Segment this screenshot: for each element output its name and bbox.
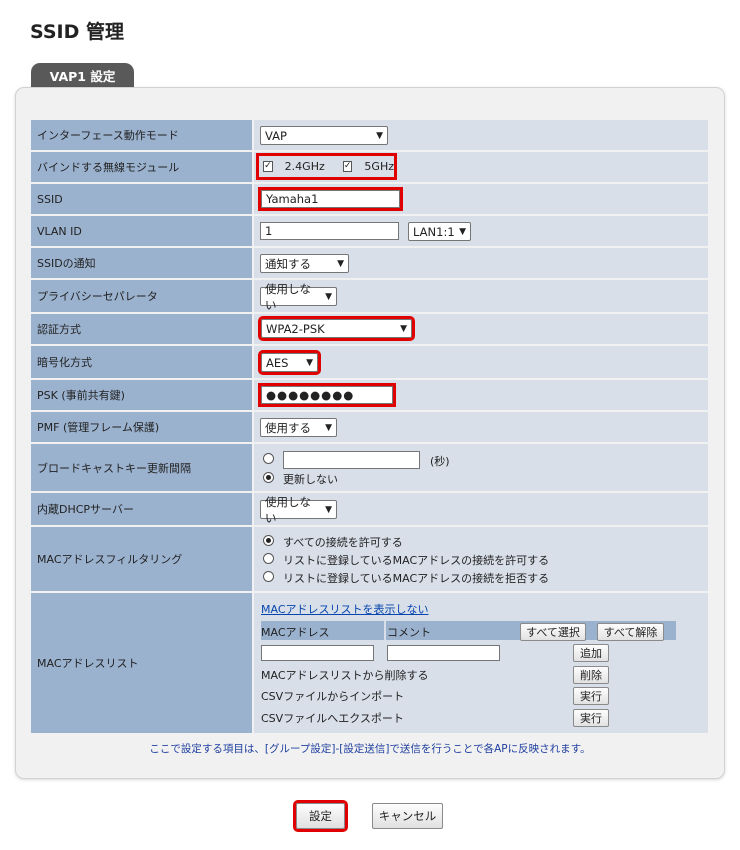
- group-settings-note: ここで設定する項目は、[グループ設定]-[設定送信]で送信を行うことで各APに反…: [149, 743, 591, 755]
- interface-mode-select[interactable]: VAP ▼: [260, 126, 388, 145]
- remove-button[interactable]: 削除: [573, 666, 609, 684]
- column-divider: [384, 621, 386, 640]
- label-mac-address-list: MACアドレスリスト: [31, 593, 254, 733]
- tab-vap1-settings[interactable]: VAP1 設定: [31, 63, 134, 88]
- page-title: SSID 管理: [30, 21, 124, 43]
- chevron-down-icon: ▼: [306, 357, 313, 368]
- label-interface-mode: インターフェース動作モード: [31, 120, 254, 150]
- csv-export-button[interactable]: 実行: [573, 709, 609, 727]
- ssid-input[interactable]: Yamaha1: [258, 187, 403, 211]
- column-comment: コメント: [387, 626, 431, 639]
- privacy-separator-value: 使用しない: [265, 281, 311, 312]
- label-mac-filtering: MACアドレスフィルタリング: [31, 527, 254, 591]
- chevron-down-icon: ▼: [459, 226, 466, 237]
- pmf-value: 使用する: [265, 420, 311, 435]
- radio-selected-dot: [266, 538, 271, 543]
- chevron-down-icon: ▼: [325, 504, 332, 515]
- select-all-button[interactable]: すべて選択: [520, 623, 586, 641]
- label-bind-module: バインドする無線モジュール: [31, 152, 254, 182]
- label-vlan-id: VLAN ID: [31, 216, 254, 246]
- row-privacy-separator: プライバシーセパレータ 使用しない ▼: [31, 280, 708, 312]
- row-encryption: 暗号化方式 AES ▼: [31, 346, 708, 378]
- option-allow-all: すべての接続を許可する: [283, 536, 403, 549]
- pmf-select[interactable]: 使用する ▼: [260, 418, 337, 437]
- label-24ghz: 2.4GHz: [284, 160, 325, 173]
- label-5ghz: 5GHz: [364, 160, 394, 173]
- label-ssid-notify: SSIDの通知: [31, 248, 254, 278]
- interface-mode-value: VAP: [265, 128, 287, 143]
- chevron-down-icon: ▼: [376, 130, 383, 141]
- row-broadcast-key-interval: ブロードキャストキー更新間隔 (秒) 更新しない: [31, 444, 708, 491]
- row-psk: PSK (事前共有鍵) ●●●●●●●●: [31, 380, 708, 410]
- remove-from-list-label: MACアドレスリストから削除する: [261, 669, 429, 682]
- radio-deny-listed[interactable]: [263, 571, 274, 582]
- row-vlan-id: VLAN ID 1 LAN1:1 ▼: [31, 216, 708, 246]
- row-interface-mode: インターフェース動作モード VAP ▼: [31, 120, 708, 150]
- chevron-down-icon: ▼: [400, 323, 407, 334]
- comment-input[interactable]: [387, 645, 500, 661]
- auth-method-select[interactable]: WPA2-PSK ▼: [258, 316, 415, 341]
- chevron-down-icon: ▼: [337, 258, 344, 269]
- encryption-value: AES: [266, 355, 289, 370]
- checkbox-24ghz[interactable]: ✓: [263, 161, 273, 172]
- row-dhcp-server: 内蔵DHCPサーバー 使用しない ▼: [31, 493, 708, 525]
- row-mac-address-list: MACアドレスリスト MACアドレスリストを表示しない MACアドレス コメント…: [31, 593, 708, 733]
- radio-allow-all[interactable]: [263, 535, 274, 546]
- option-deny-listed: リストに登録しているMACアドレスの接続を拒否する: [283, 572, 550, 585]
- apply-button[interactable]: 設定: [293, 800, 348, 832]
- label-broadcast-key-interval: ブロードキャストキー更新間隔: [31, 444, 254, 491]
- row-mac-filtering: MACアドレスフィルタリング すべての接続を許可する リストに登録しているMAC…: [31, 527, 708, 591]
- label-dhcp-server: 内蔵DHCPサーバー: [31, 493, 254, 525]
- column-mac-address: MACアドレス: [261, 626, 330, 639]
- privacy-separator-select[interactable]: 使用しない ▼: [260, 282, 337, 312]
- radio-selected-dot: [266, 475, 271, 480]
- row-ssid-notify: SSIDの通知 通知する ▼: [31, 248, 708, 278]
- vlan-port-select[interactable]: LAN1:1 ▼: [408, 222, 471, 241]
- chevron-down-icon: ▼: [325, 291, 332, 302]
- radio-allow-listed[interactable]: [263, 553, 274, 564]
- csv-import-label: CSVファイルからインポート: [261, 690, 405, 703]
- label-privacy-separator: プライバシーセパレータ: [31, 280, 254, 312]
- mac-address-input[interactable]: [261, 645, 374, 661]
- broadcast-interval-input[interactable]: [283, 451, 420, 469]
- label-psk: PSK (事前共有鍵): [31, 380, 254, 410]
- add-button[interactable]: 追加: [573, 644, 609, 662]
- bind-module-group: ✓ 2.4GHz ✓ 5GHz: [256, 153, 397, 180]
- encryption-select[interactable]: AES ▼: [258, 350, 321, 375]
- auth-method-value: WPA2-PSK: [266, 321, 325, 336]
- vlan-port-value: LAN1:1: [413, 224, 455, 239]
- seconds-unit-label: (秒): [430, 455, 450, 468]
- radio-no-update[interactable]: [263, 472, 274, 483]
- checkbox-5ghz[interactable]: ✓: [342, 161, 353, 172]
- cancel-button[interactable]: キャンセル: [372, 803, 443, 829]
- csv-import-button[interactable]: 実行: [573, 687, 609, 705]
- label-encryption: 暗号化方式: [31, 346, 254, 378]
- psk-input[interactable]: ●●●●●●●●: [258, 383, 396, 407]
- csv-export-label: CSVファイルへエクスポート: [261, 712, 404, 725]
- deselect-all-button[interactable]: すべて解除: [597, 623, 664, 641]
- hide-mac-list-link[interactable]: MACアドレスリストを表示しない: [261, 601, 429, 617]
- option-allow-listed: リストに登録しているMACアドレスの接続を許可する: [283, 554, 550, 567]
- row-ssid: SSID Yamaha1: [31, 184, 708, 214]
- chevron-down-icon: ▼: [325, 422, 332, 433]
- vlan-id-input[interactable]: 1: [260, 222, 399, 240]
- row-auth-method: 認証方式 WPA2-PSK ▼: [31, 314, 708, 344]
- dhcp-server-select[interactable]: 使用しない ▼: [260, 495, 337, 525]
- radio-interval-seconds[interactable]: [263, 453, 274, 464]
- no-update-label: 更新しない: [283, 473, 338, 486]
- ssid-notify-value: 通知する: [265, 256, 311, 271]
- label-ssid: SSID: [31, 184, 254, 214]
- row-bind-module: バインドする無線モジュール ✓ 2.4GHz ✓ 5GHz: [31, 152, 708, 182]
- ssid-notify-select[interactable]: 通知する ▼: [260, 254, 349, 273]
- label-pmf: PMF (管理フレーム保護): [31, 412, 254, 442]
- dhcp-server-value: 使用しない: [265, 494, 311, 525]
- label-auth-method: 認証方式: [31, 314, 254, 344]
- row-pmf: PMF (管理フレーム保護) 使用する ▼: [31, 412, 708, 442]
